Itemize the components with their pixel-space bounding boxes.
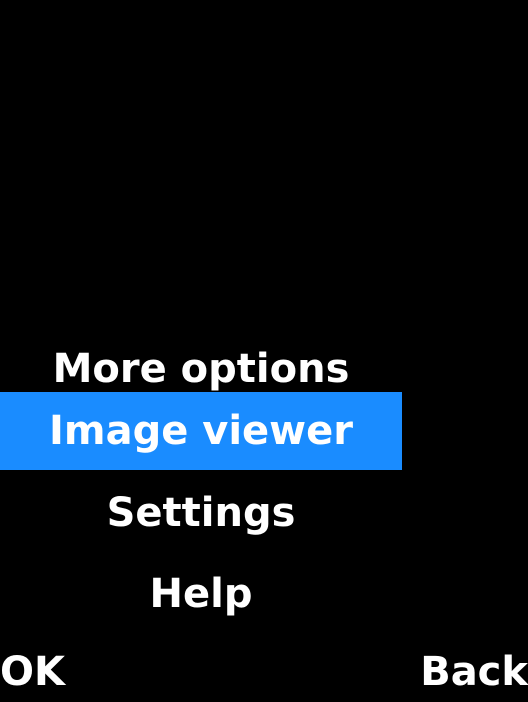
menu-item-label: Settings (106, 490, 296, 536)
phone-screen: More options Image viewer Settings Help … (0, 0, 528, 698)
menu-item-label: Image viewer (49, 408, 353, 454)
menu-item-label: Help (149, 571, 253, 617)
menu-item-image-viewer[interactable]: Image viewer (0, 392, 402, 470)
menu-item-label: More options (52, 346, 350, 392)
softkey-bar: OK Back (0, 638, 528, 698)
ok-softkey[interactable]: OK (0, 642, 65, 702)
menu-item-help[interactable]: Help (0, 555, 402, 633)
back-softkey[interactable]: Back (420, 642, 528, 702)
menu-item-settings[interactable]: Settings (0, 474, 402, 552)
